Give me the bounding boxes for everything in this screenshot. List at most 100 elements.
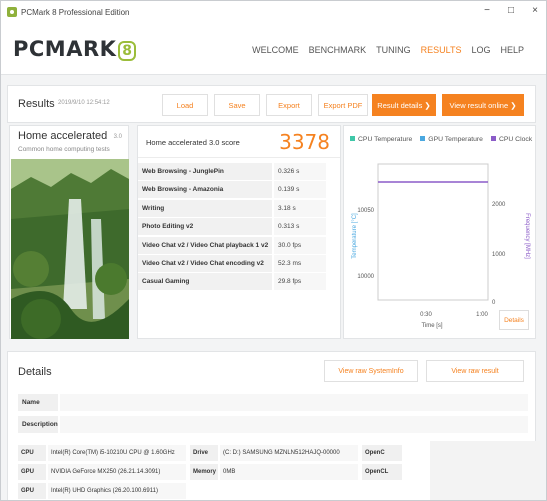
sys-key: GPU bbox=[18, 483, 46, 499]
logo-text: PCMARK bbox=[13, 37, 117, 61]
sys-row-cpu: CPU Intel(R) Core(TM) i5-10210U CPU @ 1.… bbox=[18, 445, 186, 461]
y-right-tick-3: 0 bbox=[492, 300, 496, 306]
score-row: Casual Gaming 29.8 fps bbox=[138, 273, 340, 291]
x-axis-label: Time [s] bbox=[421, 323, 442, 329]
score-row-value: 3.18 s bbox=[274, 199, 326, 217]
memory-label: Memory bbox=[190, 464, 218, 480]
y-left-tick-2: 10000 bbox=[357, 274, 374, 280]
score-card: Home accelerated 3.0 score 3378 Web Brow… bbox=[137, 125, 341, 339]
test-version: 3.0 bbox=[113, 134, 122, 140]
description-value bbox=[60, 416, 528, 433]
description-row: Description bbox=[18, 416, 528, 433]
score-row-name: Video Chat v2 / Video Chat playback 1 v2 bbox=[138, 236, 272, 254]
y-right-tick-2: 1000 bbox=[492, 252, 506, 258]
nav-item-tuning[interactable]: TUNING bbox=[376, 45, 411, 55]
sys-row-gpu-1: GPU NVIDIA GeForce MX250 (26.21.14.3091) bbox=[18, 464, 186, 480]
app-window: PCMark 8 Professional Edition − □ × PCMA… bbox=[0, 0, 547, 501]
score-label: Home accelerated 3.0 score bbox=[146, 138, 240, 147]
sys-row-memory: Memory 0MB bbox=[190, 464, 358, 480]
nav-item-log[interactable]: LOG bbox=[471, 45, 490, 55]
score-rows: Web Browsing - JunglePin 0.326 s Web Brows… bbox=[138, 163, 340, 292]
nav-menu: WELCOME BENCHMARK TUNING RESULTS LOG HELP bbox=[252, 45, 524, 55]
opencl-label: OpenCL bbox=[362, 464, 402, 480]
score-row: Web Browsing - Amazonia 0.139 s bbox=[138, 181, 340, 199]
score-value: 3378 bbox=[279, 130, 330, 154]
pcmark-app-icon bbox=[7, 7, 17, 17]
y-right-tick-1: 2000 bbox=[492, 202, 506, 208]
name-label: Name bbox=[18, 394, 58, 411]
export-pdf-button[interactable]: Export PDF bbox=[318, 94, 368, 116]
test-subtitle: Common home computing tests bbox=[18, 146, 110, 153]
maximize-button[interactable]: □ bbox=[503, 4, 519, 18]
results-date: 2019/9/10 12:54:12 bbox=[58, 100, 110, 106]
score-row: Photo Editing v2 0.313 s bbox=[138, 218, 340, 236]
window-title: PCMark 8 Professional Edition bbox=[21, 7, 130, 17]
view-result-online-button[interactable]: View result online ❯ bbox=[442, 94, 524, 116]
score-row-name: Writing bbox=[138, 199, 272, 217]
minimize-button[interactable]: − bbox=[479, 4, 495, 18]
close-button[interactable]: × bbox=[527, 4, 543, 18]
y-right-axis-label: Frequency [MHz] bbox=[524, 213, 530, 259]
test-card: Home accelerated 3.0 Common home computi… bbox=[9, 125, 129, 339]
score-row-value: 0.326 s bbox=[274, 163, 326, 180]
score-row-value: 0.139 s bbox=[274, 181, 326, 199]
export-button[interactable]: Export bbox=[266, 94, 312, 116]
name-value bbox=[60, 394, 528, 411]
score-row-value: 30.0 fps bbox=[274, 236, 326, 254]
results-title: Results bbox=[18, 98, 55, 110]
sys-row-opencl-2: OpenCL bbox=[362, 464, 422, 480]
view-raw-systeminfo-button[interactable]: View raw SystemInfo bbox=[324, 360, 418, 382]
sys-row-gpu-2: GPU Intel(R) UHD Graphics (26.20.100.691… bbox=[18, 483, 186, 499]
save-button[interactable]: Save bbox=[214, 94, 260, 116]
pcmark-logo: PCMARK 8 bbox=[13, 37, 137, 61]
main-nav: PCMARK 8 WELCOME BENCHMARK TUNING RESULTS LOG… bbox=[1, 23, 546, 75]
score-row-name: Web Browsing - JunglePin bbox=[138, 163, 272, 180]
score-row-name: Photo Editing v2 bbox=[138, 218, 272, 236]
drive-value: (C: D:) SAMSUNG MZNLN512HAJQ-00000 bbox=[220, 445, 358, 461]
nav-item-benchmark[interactable]: BENCHMARK bbox=[309, 45, 367, 55]
score-header: Home accelerated 3.0 score 3378 bbox=[138, 126, 340, 158]
results-header: Results 2019/9/10 12:54:12 Load Save Exp… bbox=[7, 85, 536, 123]
nav-item-help[interactable]: HELP bbox=[500, 45, 524, 55]
result-details-button[interactable]: Result details ❯ bbox=[372, 94, 436, 116]
score-row: Web Browsing - JunglePin 0.326 s bbox=[138, 163, 340, 181]
sys-key: CPU bbox=[18, 445, 46, 461]
nav-item-welcome[interactable]: WELCOME bbox=[252, 45, 299, 55]
view-raw-result-button[interactable]: View raw result bbox=[426, 360, 524, 382]
score-row-value: 52.3 ms bbox=[274, 254, 326, 272]
details-title: Details bbox=[18, 366, 52, 378]
test-name: Home accelerated bbox=[18, 130, 108, 142]
score-row: Video Chat v2 / Video Chat playback 1 v2… bbox=[138, 236, 340, 255]
monitoring-chart: Temperature [°C] Frequency [MHz] 10050 1… bbox=[352, 163, 530, 329]
score-row-name: Casual Gaming bbox=[138, 273, 272, 291]
logo-badge: 8 bbox=[118, 41, 137, 61]
y-left-tick-1: 10050 bbox=[357, 208, 374, 214]
load-button[interactable]: Load bbox=[162, 94, 208, 116]
score-row-value: 29.8 fps bbox=[274, 273, 326, 291]
score-row-value: 0.313 s bbox=[274, 218, 326, 236]
sys-value: NVIDIA GeForce MX250 (26.21.14.3091) bbox=[48, 464, 186, 480]
monitoring-card: CPU Temperature GPU Temperature CPU Clock … bbox=[343, 125, 536, 339]
waterfall-landscape-image bbox=[11, 159, 129, 339]
sys-value: Intel(R) Core(TM) i5-10210U CPU @ 1.60GH… bbox=[48, 445, 186, 461]
score-row-name: Web Browsing - Amazonia bbox=[138, 181, 272, 199]
y-left-axis-label: Temperature [°C] bbox=[352, 213, 358, 259]
details-button[interactable]: Details bbox=[499, 310, 529, 330]
sys-row-opencl-1: OpenC bbox=[362, 445, 422, 461]
title-bar: PCMark 8 Professional Edition − □ × bbox=[1, 1, 546, 23]
x-tick-2: 1:00 bbox=[476, 312, 488, 318]
name-row: Name bbox=[18, 394, 528, 411]
sys-key: GPU bbox=[18, 464, 46, 480]
memory-value: 0MB bbox=[220, 464, 358, 480]
score-row-name: Video Chat v2 / Video Chat encoding v2 bbox=[138, 254, 272, 272]
obscured-region bbox=[430, 441, 540, 500]
score-row: Video Chat v2 / Video Chat encoding v2 52… bbox=[138, 254, 340, 273]
x-tick-1: 0:30 bbox=[420, 312, 432, 318]
score-row: Writing 3.18 s bbox=[138, 199, 340, 218]
sys-value: Intel(R) UHD Graphics (26.20.100.6911) bbox=[48, 483, 186, 499]
sys-row-drive: Drive (C: D:) SAMSUNG MZNLN512HAJQ-00000 bbox=[190, 445, 358, 461]
description-label: Description bbox=[18, 416, 58, 433]
drive-label: Drive bbox=[190, 445, 218, 461]
opencl-label: OpenC bbox=[362, 445, 402, 461]
nav-item-results[interactable]: RESULTS bbox=[421, 45, 462, 55]
